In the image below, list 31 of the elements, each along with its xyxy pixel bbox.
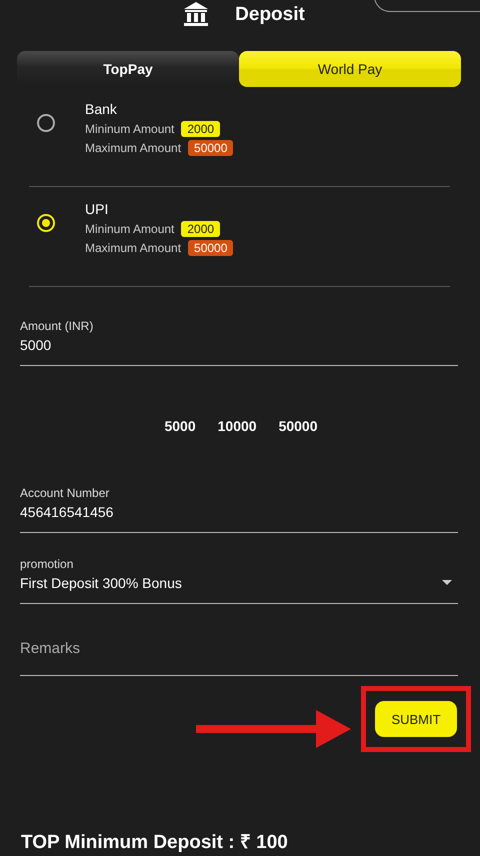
amount-tag: 50000 [188,140,234,156]
amount-option[interactable]: 5000 [158,414,202,438]
input-field[interactable]: Amount (INR) 5000 [20,319,458,366]
input-field[interactable]: Account Number 456416541456 [20,486,458,533]
amount-tag: 50000 [188,240,234,256]
field-value: First Deposit 300% Bonus [20,575,182,593]
footer-text: TOP Minimum Deposit : ₹ 100 [21,831,289,854]
input-field[interactable]: promotion First Deposit 300% Bonus [20,557,458,604]
submit-button[interactable]: SUBMIT [375,701,457,737]
limit-label: Mininum Amount [85,122,174,136]
radio-button[interactable] [37,114,55,132]
page-title: Deposit [235,4,305,26]
tab[interactable]: World Pay [239,51,461,87]
limit-label: Maximum Amount [85,241,182,255]
method-name: Bank [85,101,118,117]
bank-icon [183,1,210,29]
caret-icon [442,580,452,585]
limit-label: Mininum Amount [85,222,174,236]
field-value: 456416541456 [20,504,114,522]
limit-label: Maximum Amount [85,141,182,155]
amount-tag: 2000 [181,221,220,237]
field-value: 5000 [20,337,52,355]
field-placeholder: Remarks [20,640,80,659]
amount-option[interactable]: 50000 [272,414,324,438]
method-name: UPI [85,201,110,217]
field-label: Amount (INR) [20,319,94,333]
amount-tag: 2000 [181,121,220,137]
field-label: promotion [20,557,74,571]
amount-option[interactable]: 10000 [212,414,263,438]
input-field[interactable]: Remarks [20,640,458,676]
field-label: Account Number [20,486,110,500]
